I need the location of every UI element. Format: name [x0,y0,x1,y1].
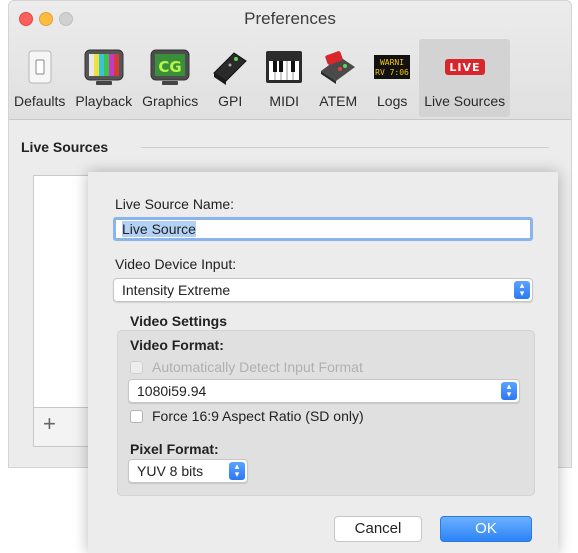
tab-label: ATEM [319,93,358,109]
live-badge-icon: LIVE [443,47,487,87]
gpi-device-icon [208,47,252,87]
svg-text:CG: CG [159,58,182,76]
svg-text:WARNI: WARNI [380,58,404,67]
keyboard-icon [262,47,306,87]
video-format-value: 1080i59.94 [137,383,207,399]
device-label: Video Device Input: [115,256,237,272]
tab-label: Defaults [14,93,66,109]
cancel-button[interactable]: Cancel [334,516,422,542]
pixel-format-value: YUV 8 bits [137,463,204,479]
tab-live-sources[interactable]: LIVE Live Sources [419,39,511,117]
tab-graphics[interactable]: CG Graphics [137,39,203,117]
section-title: Live Sources [21,139,109,155]
tab-playback[interactable]: Playback [70,39,137,117]
tab-midi[interactable]: MIDI [257,39,311,117]
cg-icon: CG [148,47,192,87]
name-label: Live Source Name: [115,196,235,212]
video-device-value: Intensity Extreme [122,282,231,298]
auto-detect-label: Automatically Detect Input Format [152,359,363,375]
preferences-toolbar: Defaults Playback CG Graphics GPI MIDI A… [9,39,511,119]
tab-logs[interactable]: WARNI RV 7:06 Logs [365,39,419,117]
select-arrows-icon: ▴ ▾ [229,462,245,480]
title-bar: Preferences Defaults Playback CG Graphic… [9,1,571,120]
tab-label: GPI [218,93,243,109]
video-format-label: Video Format: [130,337,224,353]
tab-label: MIDI [269,93,299,109]
atem-switcher-icon [316,47,360,87]
force-aspect-label: Force 16:9 Aspect Ratio (SD only) [152,408,364,424]
ok-button[interactable]: OK [440,516,532,542]
tab-label: Logs [377,93,408,109]
tv-icon [82,47,126,87]
switch-icon [18,47,62,87]
pixel-format-label: Pixel Format: [130,441,219,457]
video-format-select[interactable]: 1080i59.94 ▴ ▾ [128,379,520,403]
add-source-button[interactable]: + [43,411,56,437]
source-name-input[interactable]: Live Source [113,217,533,241]
tab-atem[interactable]: ATEM [311,39,365,117]
select-arrows-icon: ▴ ▾ [501,382,517,400]
video-settings-title: Video Settings [130,313,227,329]
tab-defaults[interactable]: Defaults [9,39,70,117]
tab-label: Graphics [142,93,199,109]
tab-gpi[interactable]: GPI [203,39,257,117]
svg-text:LIVE: LIVE [449,61,480,74]
section-divider [141,147,549,148]
auto-detect-checkbox[interactable] [130,361,143,374]
log-display-icon: WARNI RV 7:06 [370,47,414,87]
live-sources-list[interactable] [33,175,96,409]
force-aspect-checkbox[interactable] [130,410,143,423]
svg-text:RV 7:06: RV 7:06 [375,68,409,77]
tab-label: Live Sources [424,93,506,109]
tab-label: Playback [75,93,133,109]
source-name-value: Live Source [122,221,196,237]
video-device-select[interactable]: Intensity Extreme ▴ ▾ [113,278,533,302]
pixel-format-select[interactable]: YUV 8 bits ▴ ▾ [128,459,248,483]
select-arrows-icon: ▴ ▾ [514,281,530,299]
window-title: Preferences [244,9,336,28]
